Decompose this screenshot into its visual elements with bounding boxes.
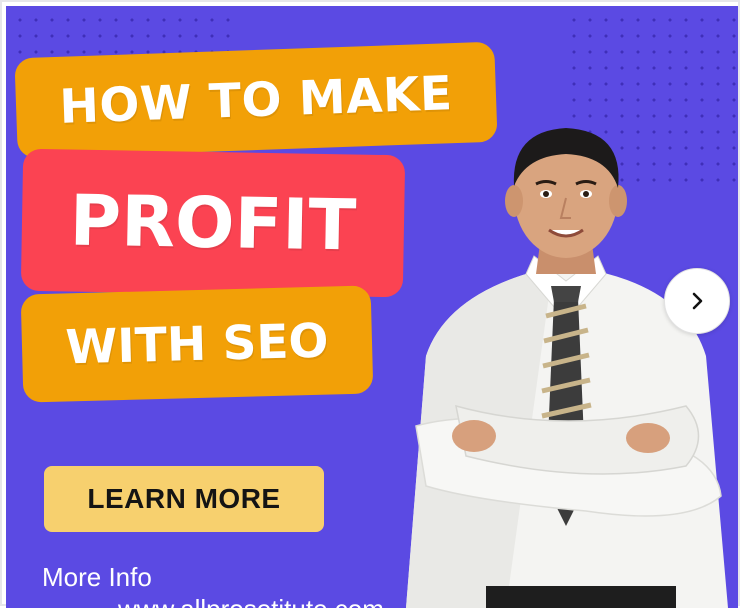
ad-frame: HOW TO MAKE PROFIT WITH SEO LEARN MORE M… [0, 0, 740, 608]
promo-banner[interactable]: HOW TO MAKE PROFIT WITH SEO LEARN MORE M… [6, 6, 738, 608]
chevron-right-icon [692, 292, 703, 310]
more-info-link[interactable]: More Info [42, 562, 152, 593]
headline-pill-profit: PROFIT [20, 148, 406, 298]
carousel-next-button[interactable] [664, 268, 730, 334]
headline-pill-with-seo: WITH SEO [20, 285, 374, 403]
headline-line-3: WITH SEO [64, 313, 330, 375]
learn-more-button[interactable]: LEARN MORE [44, 466, 324, 532]
businessman-photo [406, 128, 728, 608]
headline-line-2: PROFIT [69, 179, 357, 267]
